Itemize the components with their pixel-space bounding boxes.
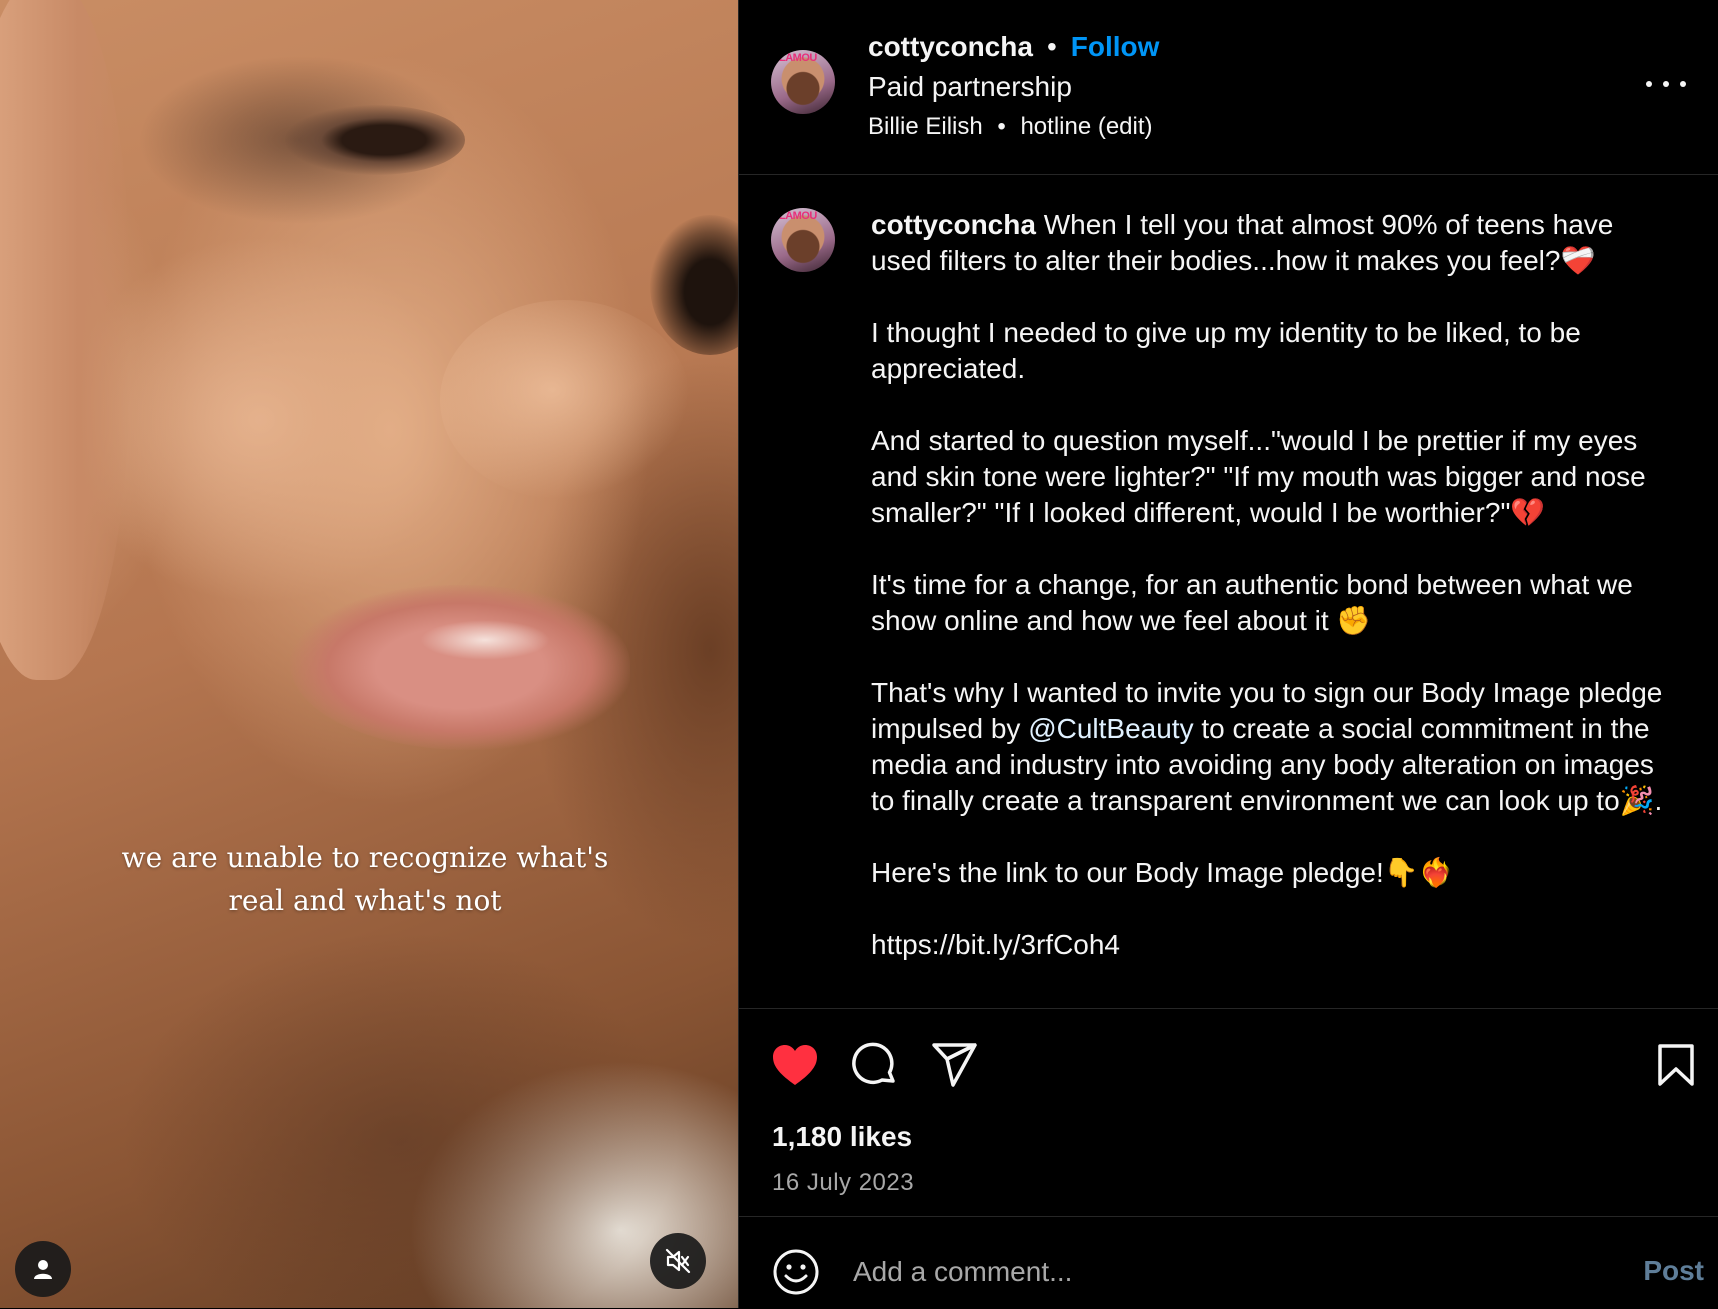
heart-icon: [773, 1045, 817, 1085]
caption-paragraph: I thought I needed to give up my identit…: [871, 317, 1581, 384]
more-options-icon-dot: [1663, 81, 1669, 87]
caption-link[interactable]: https://bit.ly/3rfCoh4: [871, 927, 1681, 963]
caption-paragraph: That's why I wanted to invite you to sig…: [871, 675, 1681, 819]
caption-username[interactable]: cottyconcha: [871, 209, 1036, 240]
post-media[interactable]: we are unable to recognize what's real a…: [0, 0, 738, 1308]
comment-input[interactable]: [851, 1243, 1635, 1301]
emoji-button[interactable]: [772, 1248, 820, 1296]
avatar-magazine-text: LAMOU: [779, 210, 817, 222]
share-icon: [932, 1043, 977, 1087]
separator-dot: •: [1046, 31, 1057, 62]
author-avatar[interactable]: LAMOU: [771, 50, 835, 114]
comment-bar: Post: [739, 1216, 1718, 1309]
post-actions: 1,180 likes 16 July 2023: [739, 1008, 1718, 1217]
caption-area[interactable]: LAMOU cottyconcha When I tell you that a…: [739, 175, 1718, 1008]
audio-separator: •: [997, 113, 1006, 140]
header-info: cottyconcha • Follow Paid partnership Bi…: [868, 30, 1159, 142]
audio-info[interactable]: Billie Eilish • hotline (edit): [868, 112, 1159, 142]
jaw-shadow-shape: [120, 930, 680, 1308]
teeth-shape: [420, 620, 550, 660]
bookmark-icon: [1658, 1044, 1694, 1086]
audio-track: hotline (edit): [1020, 113, 1153, 140]
eye-shape: [285, 105, 465, 175]
user-icon: [34, 1260, 52, 1279]
like-button[interactable]: [769, 1039, 821, 1091]
caption-paragraph: Here's the link to our Body Image pledge…: [871, 857, 1454, 888]
more-options-icon-dot: [1680, 81, 1686, 87]
save-button[interactable]: [1650, 1039, 1702, 1091]
author-username[interactable]: cottyconcha: [868, 30, 1033, 64]
video-caption-line: we are unable to recognize what's: [121, 841, 609, 874]
caption-paragraph: It's time for a change, for an authentic…: [871, 569, 1633, 636]
mention-link[interactable]: @CultBeauty: [1028, 713, 1193, 744]
mute-toggle-button[interactable]: [650, 1233, 706, 1289]
video-caption-line: real and what's not: [228, 884, 502, 917]
speaker-muted-icon: [665, 1248, 691, 1274]
avatar-magazine-text: LAMOU: [779, 52, 817, 64]
post-side-panel: LAMOU cottyconcha • Follow Paid partners…: [738, 0, 1718, 1308]
caption-paragraph: And started to question myself..."would …: [871, 425, 1646, 528]
caption-paragraph: cottyconcha When I tell you that almost …: [871, 207, 1681, 279]
post-comment-button[interactable]: Post: [1643, 1255, 1704, 1287]
post-header: LAMOU cottyconcha • Follow Paid partners…: [739, 0, 1718, 175]
caption-author-avatar[interactable]: LAMOU: [771, 208, 835, 272]
more-options-icon: [1646, 81, 1652, 87]
likes-count[interactable]: 1,180 likes: [772, 1121, 912, 1153]
comment-icon: [852, 1042, 895, 1085]
comment-button[interactable]: [849, 1039, 901, 1091]
emoji-icon: [773, 1249, 819, 1295]
video-caption: we are unable to recognize what's real a…: [100, 836, 630, 922]
paid-partnership-label[interactable]: Paid partnership: [868, 70, 1159, 104]
post-caption: cottyconcha When I tell you that almost …: [871, 207, 1681, 999]
follow-button[interactable]: Follow: [1071, 30, 1160, 64]
eye-shape-right: [650, 215, 738, 355]
lips-shape: [290, 585, 630, 750]
tagged-users-button[interactable]: [15, 1241, 71, 1297]
audio-artist: Billie Eilish: [868, 113, 983, 140]
nose-shape: [440, 300, 690, 500]
share-button[interactable]: [929, 1039, 981, 1091]
more-options-button[interactable]: [1646, 70, 1686, 98]
finger-shape: [0, 0, 130, 680]
post-date[interactable]: 16 July 2023: [772, 1169, 914, 1197]
